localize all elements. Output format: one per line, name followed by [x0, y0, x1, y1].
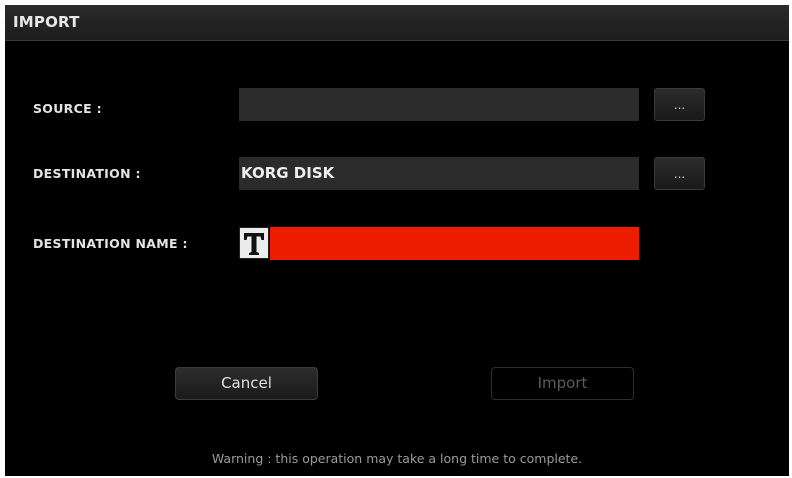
destination-name-label: DESTINATION NAME : [33, 236, 188, 251]
source-field[interactable] [239, 88, 639, 121]
text-edit-icon[interactable] [239, 227, 269, 259]
source-browse-button[interactable]: ... [654, 88, 705, 121]
destination-name-input[interactable] [270, 227, 639, 260]
destination-browse-button[interactable]: ... [654, 157, 705, 190]
cancel-button[interactable]: Cancel [175, 367, 318, 400]
warning-text: Warning : this operation may take a long… [211, 451, 583, 466]
import-button[interactable]: Import [491, 367, 634, 400]
destination-label: DESTINATION : [33, 166, 141, 181]
import-dialog: IMPORT SOURCE : ... DESTINATION : KORG D… [5, 5, 789, 476]
dialog-title: IMPORT [13, 13, 80, 31]
destination-field[interactable]: KORG DISK [239, 157, 639, 190]
source-label: SOURCE : [33, 101, 102, 116]
title-bar: IMPORT [5, 5, 789, 41]
